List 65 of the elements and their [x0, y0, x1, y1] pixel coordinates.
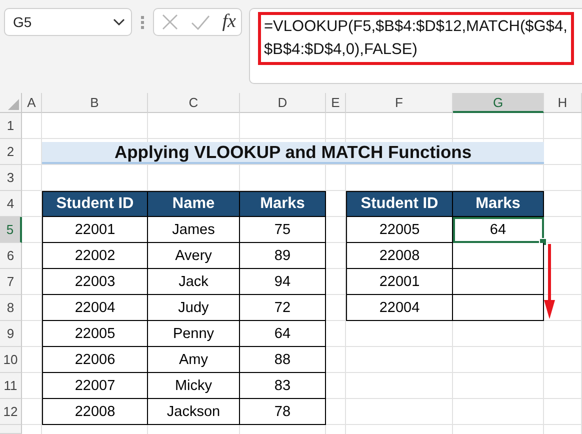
table-cell: 94 — [240, 269, 326, 295]
table-cell: 22004 — [42, 295, 148, 321]
table-cell: 22003 — [42, 269, 148, 295]
table-cell: Jackson — [148, 399, 240, 425]
column-header[interactable]: E — [326, 93, 346, 113]
row-header[interactable]: 5 — [0, 217, 22, 243]
table-cell: Avery — [148, 243, 240, 269]
column-header[interactable]: F — [346, 93, 453, 113]
table-cell: 64 — [240, 321, 326, 347]
table-cell: 72 — [240, 295, 326, 321]
column-header[interactable]: A — [22, 93, 42, 113]
row-header[interactable]: 6 — [0, 243, 22, 269]
row-header[interactable] — [0, 425, 22, 434]
table-cell: 22007 — [42, 373, 148, 399]
insert-function-button[interactable]: fx — [222, 11, 236, 33]
row-header[interactable]: 12 — [0, 399, 22, 425]
table-cell: Amy — [148, 347, 240, 373]
name-box[interactable]: G5 — [4, 8, 132, 36]
row-header[interactable]: 11 — [0, 373, 22, 399]
table-cell: Micky — [148, 373, 240, 399]
table-cell: 22005 — [346, 217, 453, 243]
table-cell: Penny — [148, 321, 240, 347]
table-cell: 22005 — [42, 321, 148, 347]
row-header[interactable]: 4 — [0, 191, 22, 217]
column-heading: Marks — [453, 191, 544, 217]
row-header[interactable]: 7 — [0, 269, 22, 295]
cancel-icon[interactable] — [162, 14, 178, 30]
table-cell: James — [148, 217, 240, 243]
select-all-icon[interactable] — [8, 99, 19, 110]
active-cell[interactable]: 64 — [453, 217, 544, 243]
formula-text[interactable]: =VLOOKUP(F5,$B$4:$D$12,MATCH($G$4, $B$4:$D$4,0),FALSE) — [258, 12, 574, 65]
table-cell: 22008 — [346, 243, 453, 269]
table-cell: 22008 — [42, 399, 148, 425]
check-icon[interactable] — [190, 14, 210, 30]
column-header[interactable]: C — [148, 93, 240, 113]
grip-dots-icon[interactable] — [141, 16, 144, 29]
table-cell: 89 — [240, 243, 326, 269]
row-header[interactable]: 3 — [0, 165, 22, 191]
column-heading: Student ID — [346, 191, 453, 217]
table-cell: 75 — [240, 217, 326, 243]
column-header[interactable]: D — [240, 93, 326, 113]
dropdown-caret-icon[interactable] — [113, 18, 125, 26]
column-header[interactable]: B — [42, 93, 148, 113]
table-cell: 22004 — [346, 295, 453, 321]
table-cell: 22006 — [42, 347, 148, 373]
column-heading: Name — [148, 191, 240, 217]
table-cell: 88 — [240, 347, 326, 373]
row-header[interactable]: 8 — [0, 295, 22, 321]
table-cell: 78 — [240, 399, 326, 425]
table-cell: Judy — [148, 295, 240, 321]
row-header[interactable]: 2 — [0, 139, 22, 165]
row-header[interactable]: 10 — [0, 347, 22, 373]
row-header[interactable]: 1 — [0, 113, 22, 139]
table-cell: 22001 — [346, 269, 453, 295]
table-cell: Jack — [148, 269, 240, 295]
column-heading: Marks — [240, 191, 326, 217]
column-header[interactable]: H — [544, 93, 582, 113]
down-arrow-icon — [544, 244, 555, 319]
title-banner: Applying VLOOKUP and MATCH Functions — [42, 142, 544, 164]
table-cell: 22001 — [42, 217, 148, 243]
table-cell: 83 — [240, 373, 326, 399]
row-header[interactable]: 9 — [0, 321, 22, 347]
column-header[interactable]: G — [453, 93, 544, 113]
table-cell: 22002 — [42, 243, 148, 269]
column-heading: Student ID — [42, 191, 148, 217]
